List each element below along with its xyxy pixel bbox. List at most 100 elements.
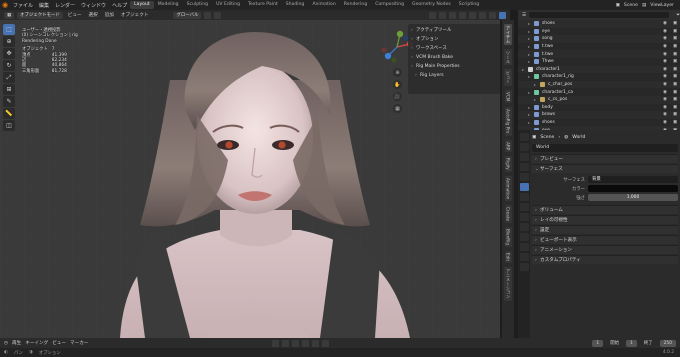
menu-view[interactable]: ビュー <box>66 12 84 18</box>
camera-icon[interactable]: ▣ <box>670 44 680 49</box>
eye-icon[interactable]: ◉ <box>660 82 670 87</box>
jump-end-icon[interactable] <box>322 339 330 347</box>
camera-view-icon[interactable]: 🎥 <box>393 92 402 101</box>
sidebar-tab[interactable]: ビュー <box>504 69 512 86</box>
workspace-tab-layout[interactable]: Layout <box>130 1 154 9</box>
mode-selector[interactable]: オブジェクトモード <box>17 11 63 19</box>
world-datablock-selector[interactable]: World <box>532 144 678 152</box>
shading-rendered-icon[interactable] <box>499 11 506 19</box>
camera-icon[interactable]: ▣ <box>670 21 680 26</box>
strength-field[interactable]: 1.000 <box>588 194 678 201</box>
menu-view[interactable]: ビュー <box>52 340 66 346</box>
workspace-tab-compositing[interactable]: Compositing <box>371 1 408 9</box>
modifier-properties-tab-icon[interactable] <box>519 213 529 221</box>
sidebar-tab[interactable]: Animation <box>504 175 512 202</box>
shading-material-icon[interactable] <box>489 11 496 19</box>
eye-icon[interactable]: ◉ <box>660 112 670 117</box>
outliner-row[interactable]: ▸eye◉▣ <box>518 28 680 36</box>
jump-start-icon[interactable] <box>272 339 280 347</box>
start-frame-field[interactable]: 1 <box>626 339 637 347</box>
visibility-icon[interactable] <box>429 11 436 19</box>
camera-icon[interactable]: ▣ <box>670 120 680 125</box>
rotate-icon[interactable]: ↻ <box>3 60 15 71</box>
eye-icon[interactable]: ◉ <box>660 29 670 34</box>
sidebar-tab[interactable]: AutoRig Pro <box>504 107 512 136</box>
eye-icon[interactable]: ◉ <box>660 67 670 72</box>
eye-icon[interactable]: ◉ <box>660 52 670 57</box>
snap-icon[interactable] <box>204 11 212 19</box>
camera-icon[interactable]: ▣ <box>670 52 680 57</box>
camera-icon[interactable]: ▣ <box>670 105 680 110</box>
outliner-row[interactable]: ▸ shoes ◉ ▣ <box>518 119 680 127</box>
menu-playback[interactable]: 再生 <box>12 340 21 346</box>
npanel-active-tool[interactable]: アクティブツール <box>408 26 500 35</box>
camera-icon[interactable]: ▣ <box>670 67 680 72</box>
panel-preview[interactable]: プレビュー <box>532 154 678 164</box>
npanel-options[interactable]: オプション <box>408 35 500 44</box>
sidebar-tab[interactable]: Rigify <box>504 156 512 172</box>
play-reverse-icon[interactable] <box>292 339 300 347</box>
shading-wireframe-icon[interactable] <box>469 11 476 19</box>
menu-render[interactable]: レンダー <box>52 2 78 9</box>
eye-icon[interactable]: ◉ <box>660 120 670 125</box>
panel-animation[interactable]: アニメーション <box>532 245 678 255</box>
sidebar-tab[interactable]: Create <box>504 205 512 224</box>
camera-icon[interactable]: ▣ <box>670 82 680 87</box>
sidebar-tab[interactable]: アニメーション <box>504 267 512 301</box>
sidebar-tab[interactable]: VCM <box>504 89 512 104</box>
menu-window[interactable]: ウィンドウ <box>78 2 109 9</box>
transform-icon[interactable]: ⊞ <box>3 84 15 95</box>
transform-orientation-selector[interactable]: グローバル <box>173 11 202 19</box>
workspace-tab-animation[interactable]: Animation <box>308 1 339 9</box>
menu-marker[interactable]: マーカー <box>70 340 88 346</box>
eye-icon[interactable]: ◉ <box>660 74 670 79</box>
pan-hand-icon[interactable]: ✋ <box>393 80 402 89</box>
scene-selector[interactable]: Scene <box>624 3 638 8</box>
outliner-row[interactable]: ▸ c_cs_pos ◉ ▣ <box>518 95 680 104</box>
proportional-edit-icon[interactable] <box>214 11 222 19</box>
outliner-row[interactable]: ▸ character1_ca ◉ ▣ <box>518 88 680 96</box>
outliner-editor-icon[interactable]: ☰ <box>522 13 526 18</box>
world-properties-tab-icon[interactable] <box>519 183 529 191</box>
view-layer-properties-tab-icon[interactable] <box>519 163 529 171</box>
object-properties-tab-icon[interactable] <box>519 203 529 211</box>
material-properties-tab-icon[interactable] <box>519 263 529 271</box>
workspace-tab-texture-paint[interactable]: Texture Paint <box>244 1 282 9</box>
npanel-vcm-brush-bake[interactable]: VCM Brush Bake <box>408 53 500 62</box>
annotate-icon[interactable]: ✎ <box>3 96 15 107</box>
outliner-row[interactable]: ▸song◉▣ <box>518 35 680 43</box>
prev-keyframe-icon[interactable] <box>282 339 290 347</box>
outliner-row[interactable]: ▸ body ◉ ▣ <box>518 104 680 112</box>
eye-icon[interactable]: ◉ <box>660 105 670 110</box>
eye-icon[interactable]: ◉ <box>660 59 670 64</box>
color-swatch[interactable] <box>588 185 678 192</box>
sidebar-tab[interactable]: BlenRig <box>504 227 512 248</box>
end-frame-field[interactable]: 250 <box>659 339 676 347</box>
menu-select[interactable]: 選択 <box>86 12 99 18</box>
scale-icon[interactable]: ⤢ <box>3 72 15 83</box>
workspace-tab-scripting[interactable]: Scripting <box>455 1 483 9</box>
current-frame-field[interactable]: 1 <box>592 339 604 347</box>
xray-icon[interactable] <box>459 11 466 19</box>
outliner-row[interactable]: ▸ t.twe ◉ ▣ <box>518 50 680 58</box>
workspace-tab-rendering[interactable]: Rendering <box>340 1 371 9</box>
npanel-rig-main-properties[interactable]: Rig Main Properties <box>408 62 500 71</box>
next-keyframe-icon[interactable] <box>312 339 320 347</box>
cursor-icon[interactable]: ⊕ <box>3 36 15 47</box>
camera-icon[interactable]: ▣ <box>670 36 680 41</box>
workspace-tab-shading[interactable]: Shading <box>282 1 309 9</box>
npanel-rig-layers[interactable]: Rig Layers <box>408 71 500 80</box>
add-cube-icon[interactable]: ◫ <box>3 120 15 131</box>
camera-icon[interactable]: ▣ <box>670 97 680 102</box>
overlay-icon[interactable] <box>449 11 456 19</box>
timeline-editor-icon[interactable]: ◷ <box>4 341 8 346</box>
data-properties-tab-icon[interactable] <box>519 253 529 261</box>
scene-properties-tab-icon[interactable] <box>519 173 529 181</box>
filter-icon[interactable]: ⏷ <box>676 12 680 18</box>
outliner-row[interactable]: ▸ Thwe ◉ ▣ <box>518 58 680 66</box>
camera-icon[interactable]: ▣ <box>670 74 680 79</box>
outliner-search-input[interactable] <box>529 12 670 18</box>
outliner-row[interactable]: ▸ c_char_pos ◉ ▣ <box>518 80 680 89</box>
render-properties-tab-icon[interactable] <box>519 143 529 151</box>
sidebar-tab[interactable]: アイテム <box>504 24 512 45</box>
